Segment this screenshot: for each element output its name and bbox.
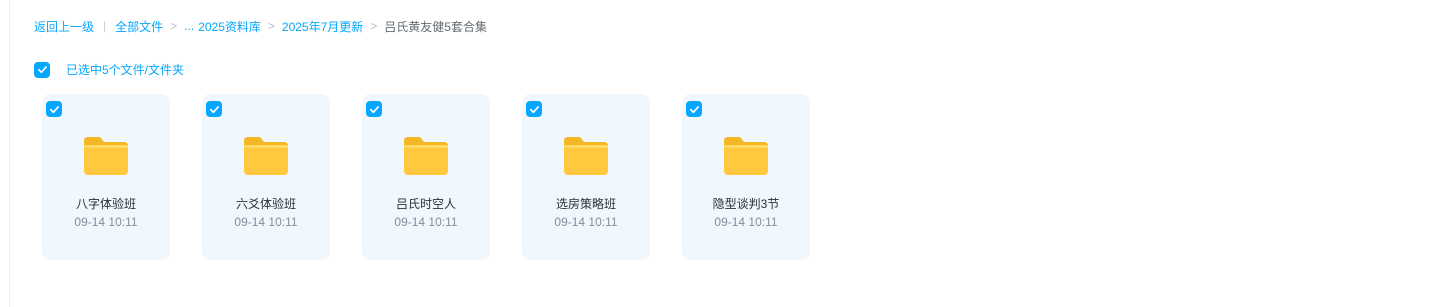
checkmark-icon xyxy=(49,105,59,113)
checkmark-icon xyxy=(529,105,539,113)
breadcrumb-ellipsis[interactable]: ... xyxy=(184,19,194,33)
folder-card[interactable]: 隐型谈判3节 09-14 10:11 xyxy=(682,94,810,260)
folder-card[interactable]: 八字体验班 09-14 10:11 xyxy=(42,94,170,260)
folder-card[interactable]: 六爻体验班 09-14 10:11 xyxy=(202,94,330,260)
breadcrumb-july-update[interactable]: 2025年7月更新 xyxy=(282,18,363,35)
folder-name[interactable]: 隐型谈判3节 xyxy=(682,195,810,212)
folder-icon xyxy=(724,137,768,175)
selection-bar: 已选中5个文件/文件夹 xyxy=(34,61,184,78)
folder-icon xyxy=(564,137,608,175)
folder-name[interactable]: 选房策略班 xyxy=(522,195,650,212)
checkmark-icon xyxy=(369,105,379,113)
checkmark-icon xyxy=(209,105,219,113)
breadcrumb-separator: > xyxy=(170,19,178,33)
breadcrumb-pipe: | xyxy=(103,19,107,33)
folder-checkbox[interactable] xyxy=(366,101,382,117)
select-all-checkbox[interactable] xyxy=(34,61,50,78)
folder-checkbox[interactable] xyxy=(46,101,62,117)
folder-timestamp: 09-14 10:11 xyxy=(554,215,618,229)
folder-name[interactable]: 六爻体验班 xyxy=(202,195,330,212)
breadcrumb-all-files[interactable]: 全部文件 xyxy=(115,18,163,35)
folder-timestamp: 09-14 10:11 xyxy=(394,215,458,229)
checkmark-icon xyxy=(37,66,47,74)
breadcrumb-library-2025[interactable]: 2025资料库 xyxy=(198,18,261,35)
checkmark-icon xyxy=(689,105,699,113)
back-link[interactable]: 返回上一级 xyxy=(34,18,94,35)
breadcrumb: 返回上一级 | 全部文件 > ... 2025资料库 > 2025年7月更新 >… xyxy=(34,17,487,35)
file-grid: 八字体验班 09-14 10:11 六爻体验班 09-14 10:11 吕氏时空… xyxy=(42,94,842,260)
selection-count-label: 已选中5个文件/文件夹 xyxy=(66,63,185,77)
folder-timestamp: 09-14 10:11 xyxy=(714,215,778,229)
folder-name[interactable]: 吕氏时空人 xyxy=(362,195,490,212)
folder-card[interactable]: 吕氏时空人 09-14 10:11 xyxy=(362,94,490,260)
left-divider xyxy=(9,0,10,307)
breadcrumb-separator: > xyxy=(370,19,378,33)
folder-checkbox[interactable] xyxy=(526,101,542,117)
folder-timestamp: 09-14 10:11 xyxy=(234,215,298,229)
folder-checkbox[interactable] xyxy=(206,101,222,117)
folder-name[interactable]: 八字体验班 xyxy=(42,195,170,212)
folder-card[interactable]: 选房策略班 09-14 10:11 xyxy=(522,94,650,260)
breadcrumb-current: 吕氏黄友健5套合集 xyxy=(384,19,487,34)
folder-timestamp: 09-14 10:11 xyxy=(74,215,138,229)
folder-icon xyxy=(404,137,448,175)
folder-checkbox[interactable] xyxy=(686,101,702,117)
breadcrumb-separator: > xyxy=(267,19,275,33)
folder-icon xyxy=(244,137,288,175)
folder-icon xyxy=(84,137,128,175)
